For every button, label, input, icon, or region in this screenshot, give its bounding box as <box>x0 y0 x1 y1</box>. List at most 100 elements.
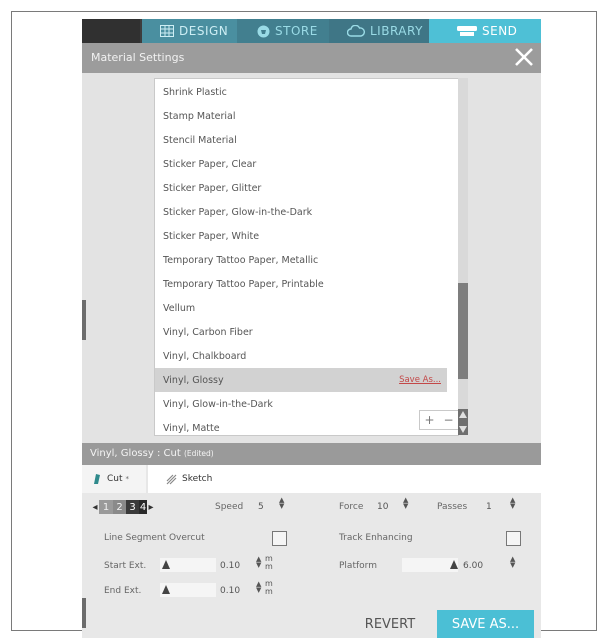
slider-knob-icon[interactable] <box>162 560 170 569</box>
tab-store[interactable]: STORE <box>237 19 329 43</box>
material-list-panel: Shrink Plastic Stamp Material Stencil Ma… <box>82 73 541 443</box>
speed-value[interactable]: 5 <box>258 502 264 512</box>
start-ext-unit: mm <box>265 555 273 571</box>
tab-cut-modified-mark: * <box>125 475 130 483</box>
list-item-label: Vinyl, Carbon Fiber <box>163 326 253 338</box>
cut-settings-panel: ◂ 1 2 3 4 ▸ Speed 5 ▲ ▼ Force 10 ▲ ▼ Passe… <box>82 493 541 638</box>
scroll-arrows-icon[interactable] <box>458 409 468 435</box>
remove-material-button[interactable]: − <box>443 413 453 427</box>
sequence-step[interactable]: 2 <box>113 500 126 514</box>
tab-send[interactable]: SEND <box>429 19 541 43</box>
material-status-bar: Vinyl, Glossy : Cut (Edited) <box>82 443 541 465</box>
tool-tabs: Cut * Sketch <box>82 465 541 493</box>
material-list[interactable]: Shrink Plastic Stamp Material Stencil Ma… <box>154 78 459 436</box>
end-ext-slider[interactable] <box>160 583 216 597</box>
list-item[interactable]: Temporary Tattoo Paper, Metallic <box>155 248 447 272</box>
cutter-icon <box>457 25 477 36</box>
platform-stepper-icon[interactable]: ▲ ▼ <box>510 556 515 569</box>
sequence-right-arrow-icon: ▸ <box>148 501 154 513</box>
list-item-selected[interactable]: Vinyl, Glossy Save As... <box>155 368 447 392</box>
save-as-link[interactable]: Save As... <box>399 375 441 385</box>
passes-stepper-icon[interactable]: ▲ ▼ <box>510 497 515 510</box>
end-ext-unit: mm <box>265 580 273 596</box>
tab-sketch[interactable]: Sketch <box>148 465 541 493</box>
list-scrollbar[interactable] <box>458 78 468 420</box>
platform-slider[interactable] <box>402 558 458 572</box>
list-item-label: Temporary Tattoo Paper, Metallic <box>163 254 319 266</box>
slider-knob-icon[interactable] <box>450 560 458 569</box>
close-icon[interactable] <box>513 46 535 68</box>
list-item-label: Sticker Paper, Glow-in-the-Dark <box>163 206 313 218</box>
end-ext-stepper-icon[interactable]: ▲ ▼ <box>256 581 261 594</box>
list-item[interactable]: Stencil Material <box>155 128 447 152</box>
slider-knob-icon[interactable] <box>162 585 170 594</box>
list-item[interactable]: Shrink Plastic <box>155 80 447 104</box>
tab-cut-label: Cut <box>107 474 123 484</box>
blade-icon <box>94 474 100 484</box>
passes-value[interactable]: 1 <box>486 502 492 512</box>
end-ext-value[interactable]: 0.10 <box>220 586 240 596</box>
dialog-header: Material Settings <box>82 43 541 73</box>
list-item[interactable]: Sticker Paper, Clear <box>155 152 447 176</box>
revert-button[interactable]: REVERT <box>352 611 428 638</box>
add-material-button[interactable]: + <box>424 413 434 427</box>
list-item-label: Stencil Material <box>163 134 237 146</box>
dialog-title: Material Settings <box>91 51 185 64</box>
list-item[interactable]: Sticker Paper, Glow-in-the-Dark <box>155 200 447 224</box>
speed-stepper-icon[interactable]: ▲ ▼ <box>279 497 284 510</box>
platform-label: Platform <box>339 561 377 571</box>
list-item[interactable]: Sticker Paper, Glitter <box>155 176 447 200</box>
track-enhancing-label: Track Enhancing <box>339 533 413 543</box>
scrollbar-thumb[interactable] <box>458 283 468 379</box>
end-ext-label: End Ext. <box>104 586 142 596</box>
start-ext-value[interactable]: 0.10 <box>220 561 240 571</box>
tab-design[interactable]: DESIGN <box>142 19 237 43</box>
save-as-button[interactable]: SAVE AS... <box>437 610 534 638</box>
passes-label: Passes <box>437 502 468 512</box>
line-segment-overcut-checkbox[interactable] <box>272 531 287 546</box>
list-item[interactable]: Vinyl, Matte <box>155 416 447 435</box>
list-item-label: Temporary Tattoo Paper, Printable <box>163 278 324 290</box>
start-ext-slider[interactable] <box>160 558 216 572</box>
top-nav: DESIGN STORE LIBRARY SEND <box>82 19 541 43</box>
platform-value[interactable]: 6.00 <box>463 561 483 571</box>
unit-m: m <box>265 562 273 571</box>
status-edited: (Edited) <box>183 449 214 458</box>
add-remove-control: + − <box>419 410 459 430</box>
tab-library-label: LIBRARY <box>370 24 423 38</box>
left-edge-marker <box>82 300 86 340</box>
sequence-step[interactable]: 1 <box>99 500 113 514</box>
tab-store-label: STORE <box>275 24 318 38</box>
list-item[interactable]: Sticker Paper, White <box>155 224 447 248</box>
list-item-label: Sticker Paper, Glitter <box>163 182 262 194</box>
list-item[interactable]: Vinyl, Carbon Fiber <box>155 320 447 344</box>
app-window: DESIGN STORE LIBRARY SEND Material Setti… <box>82 19 541 638</box>
list-item-label: Vinyl, Glow-in-the-Dark <box>163 398 273 410</box>
sequence-step[interactable]: 4 <box>139 500 147 514</box>
track-enhancing-checkbox[interactable] <box>506 531 521 546</box>
tab-sketch-label: Sketch <box>182 474 213 484</box>
list-item-label: Stamp Material <box>163 110 236 122</box>
list-item-label: Vinyl, Chalkboard <box>163 350 247 362</box>
tab-library[interactable]: LIBRARY <box>329 19 429 43</box>
list-item[interactable]: Vinyl, Glow-in-the-Dark <box>155 392 447 416</box>
list-item[interactable]: Vinyl, Chalkboard <box>155 344 447 368</box>
list-item[interactable]: Stamp Material <box>155 104 447 128</box>
force-stepper-icon[interactable]: ▲ ▼ <box>403 497 408 510</box>
grid-icon <box>160 25 174 37</box>
force-label: Force <box>339 502 364 512</box>
tool-sequence[interactable]: ◂ 1 2 3 4 ▸ <box>92 500 154 514</box>
sequence-left-arrow-icon: ◂ <box>92 501 98 513</box>
left-edge-marker <box>82 598 86 628</box>
list-item-label: Vinyl, Glossy <box>163 374 224 386</box>
list-item[interactable]: Temporary Tattoo Paper, Printable <box>155 272 447 296</box>
force-value[interactable]: 10 <box>377 502 388 512</box>
list-item-label: Shrink Plastic <box>163 86 227 98</box>
unit-m: m <box>265 587 273 596</box>
list-item[interactable]: Vellum <box>155 296 447 320</box>
tab-cut[interactable]: Cut * <box>82 465 146 493</box>
sequence-step[interactable]: 3 <box>126 500 139 514</box>
nav-left-spacer <box>82 19 140 43</box>
start-ext-stepper-icon[interactable]: ▲ ▼ <box>256 556 261 569</box>
sketch-icon <box>166 474 177 484</box>
